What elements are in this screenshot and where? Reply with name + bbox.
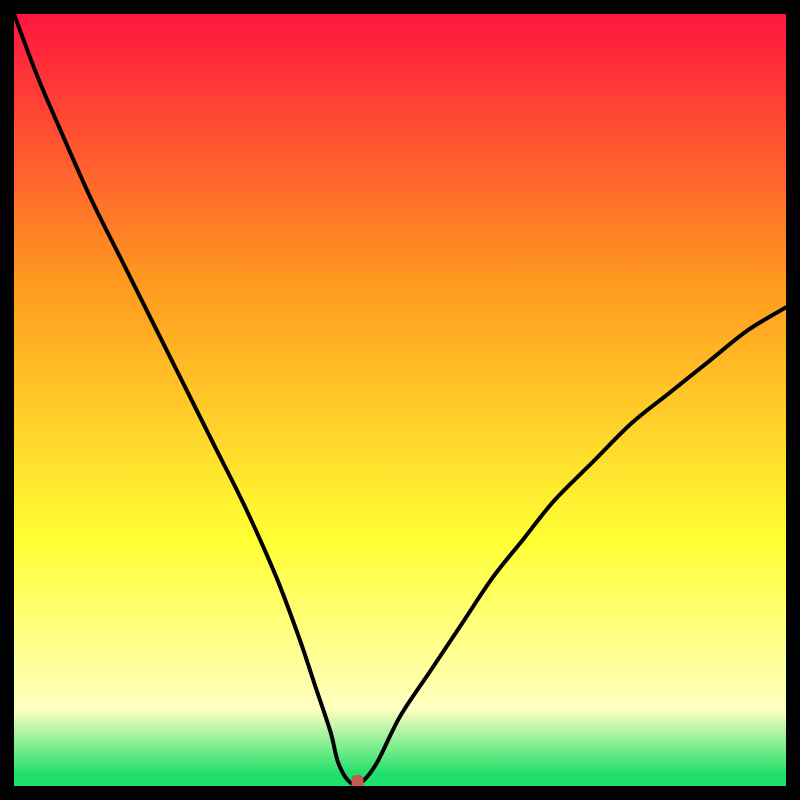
bottleneck-chart [14,14,786,786]
optimal-point-marker [352,775,364,786]
chart-frame: TheBottleneck.com [14,14,786,786]
gradient-background [14,14,786,786]
